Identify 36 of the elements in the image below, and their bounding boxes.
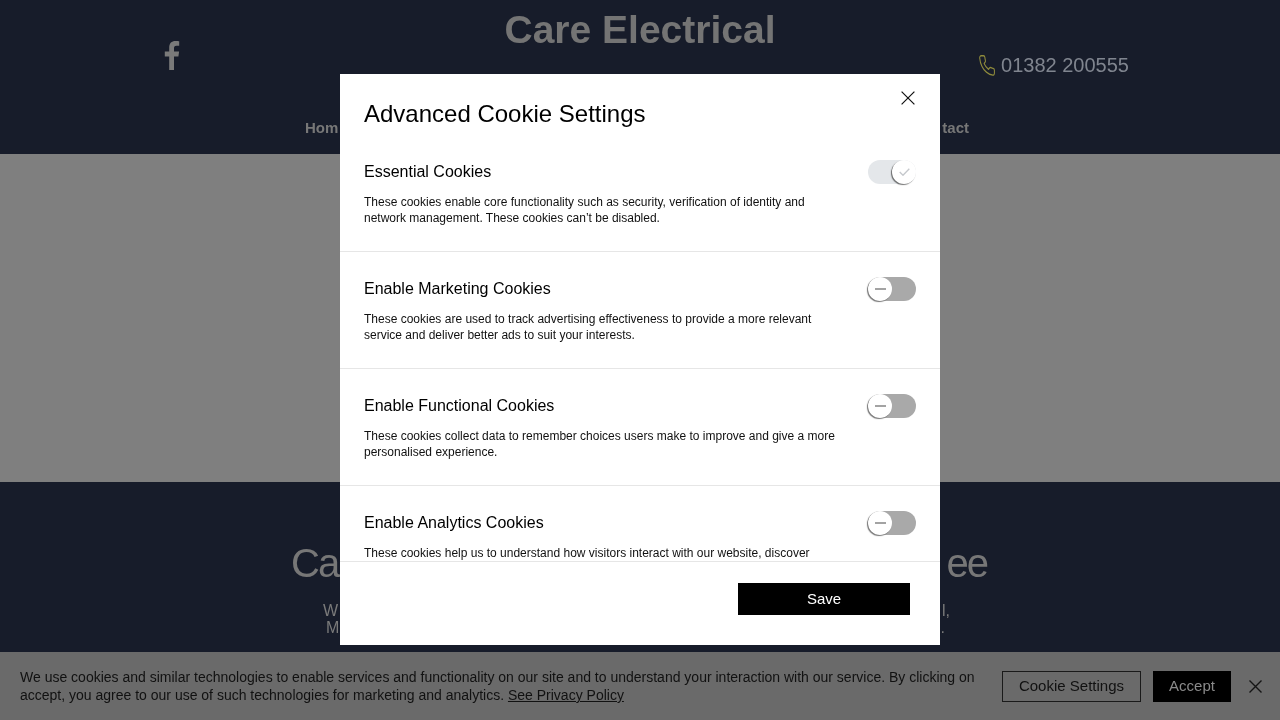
text-fragment: . bbox=[940, 619, 945, 636]
toggle-switch[interactable] bbox=[868, 394, 916, 418]
section-title: Enable Functional Cookies bbox=[364, 396, 556, 416]
close-icon bbox=[901, 91, 915, 105]
privacy-policy-link[interactable]: See Privacy Policy bbox=[507, 687, 624, 703]
text-fragment: M bbox=[326, 619, 340, 636]
section-title: Enable Marketing Cookies bbox=[364, 279, 552, 299]
toggle-switch[interactable] bbox=[868, 277, 916, 301]
minus-icon bbox=[874, 405, 886, 407]
section-title: Enable Analytics Cookies bbox=[364, 513, 545, 533]
minus-icon bbox=[874, 522, 886, 524]
text-fragment: l, bbox=[942, 602, 950, 619]
toggle-switch[interactable] bbox=[868, 511, 916, 535]
section-title: Essential Cookies bbox=[364, 162, 493, 182]
facebook-icon bbox=[163, 40, 180, 70]
section-description: These cookies enable core functionality such as security, verification of identity and network management. These cookies can’t be disabled. bbox=[364, 194, 806, 226]
phone-number: 01382 200555 bbox=[1001, 53, 1129, 77]
section-description: These cookies collect data to remember choices users make to improve and give a more personalised experience. bbox=[364, 428, 836, 460]
section-description: These cookies are used to track advertising effectiveness to provide a more relevant service and deliver better ads to suit your interests. bbox=[364, 311, 813, 343]
heading-fragment: Ca bbox=[291, 540, 339, 587]
phone-icon bbox=[979, 54, 996, 76]
cookie-notice-text: We use cookies and similar technologies to enable services and functionality on our site and to understand your interaction with our service. By clicking on accept, you agree to our use of such technologies for marketing and analytics. See Privacy Policy bbox=[20, 668, 976, 704]
accept-button[interactable]: Accept bbox=[1153, 670, 1231, 702]
check-icon bbox=[898, 168, 910, 176]
close-button[interactable] bbox=[901, 91, 915, 105]
cookie-settings-button[interactable]: Cookie Settings bbox=[1001, 670, 1141, 702]
site-title: Care Electrical bbox=[504, 8, 776, 51]
save-button[interactable]: Save bbox=[738, 583, 910, 615]
text-fragment: W bbox=[323, 602, 339, 619]
close-icon bbox=[1249, 679, 1262, 693]
section-description: These cookies help us to understand how visitors interact with our website, discover bbox=[364, 545, 811, 561]
nav-link[interactable]: Hom bbox=[305, 118, 339, 138]
nav-link[interactable]: tact bbox=[942, 118, 969, 138]
heading-fragment: ee bbox=[946, 540, 987, 587]
dialog-title: Advanced Cookie Settings bbox=[364, 100, 647, 128]
minus-icon bbox=[874, 288, 886, 290]
